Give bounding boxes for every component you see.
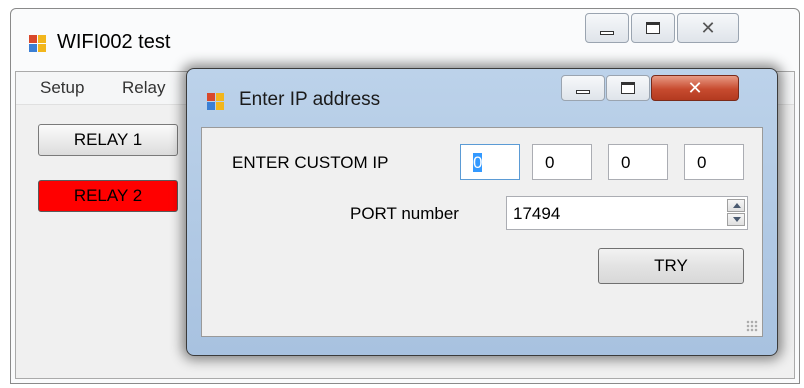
main-minimize-button[interactable]: [585, 13, 629, 43]
maximize-icon: [646, 22, 660, 34]
resize-grip-icon[interactable]: [746, 320, 758, 332]
relay-2-button[interactable]: RELAY 2: [38, 180, 178, 212]
main-maximize-button[interactable]: [631, 13, 675, 43]
main-window-controls: ✕: [585, 13, 741, 43]
port-number-stepper[interactable]: 17494: [506, 196, 748, 230]
maximize-icon: [621, 82, 635, 94]
close-icon: ✕: [687, 78, 703, 98]
dialog-title: Enter IP address: [239, 89, 381, 110]
ip-octet-1-input[interactable]: 0: [460, 144, 520, 180]
ip-octet-1-value: 0: [473, 153, 483, 172]
ip-octet-2-input[interactable]: 0: [532, 144, 592, 180]
port-number-value: 17494: [513, 204, 561, 223]
close-icon: ✕: [700, 18, 716, 38]
menu-relay[interactable]: Relay: [122, 78, 165, 98]
ip-label: ENTER CUSTOM IP: [232, 153, 389, 172]
port-spinner: [727, 199, 745, 227]
ip-dialog: Enter IP address ✕ ENTER CUSTOM IP 0 0 0…: [186, 68, 778, 356]
minimize-icon: [600, 30, 614, 35]
dialog-minimize-button[interactable]: [561, 75, 605, 101]
spin-up-icon[interactable]: [727, 199, 745, 212]
ip-octet-4-input[interactable]: 0: [684, 144, 744, 180]
ip-octet-3-input[interactable]: 0: [608, 144, 668, 180]
minimize-icon: [576, 90, 590, 95]
relay-1-button[interactable]: RELAY 1: [38, 124, 178, 156]
dialog-maximize-button[interactable]: [606, 75, 650, 101]
main-title-bar[interactable]: WIFI002 test ✕: [11, 9, 799, 69]
spin-down-icon[interactable]: [727, 213, 745, 226]
dialog-app-icon: [207, 93, 225, 111]
dialog-client-area: ENTER CUSTOM IP 0 0 0 0 PORT number 1749…: [201, 127, 763, 337]
dialog-window-controls: ✕: [561, 75, 740, 101]
try-button[interactable]: TRY: [598, 248, 744, 284]
menu-setup[interactable]: Setup: [40, 78, 84, 98]
main-close-button[interactable]: ✕: [677, 13, 739, 43]
dialog-close-button[interactable]: ✕: [651, 75, 739, 101]
port-label: PORT number: [350, 204, 459, 223]
main-window-title: WIFI002 test: [57, 31, 171, 53]
app-icon: [29, 35, 47, 53]
